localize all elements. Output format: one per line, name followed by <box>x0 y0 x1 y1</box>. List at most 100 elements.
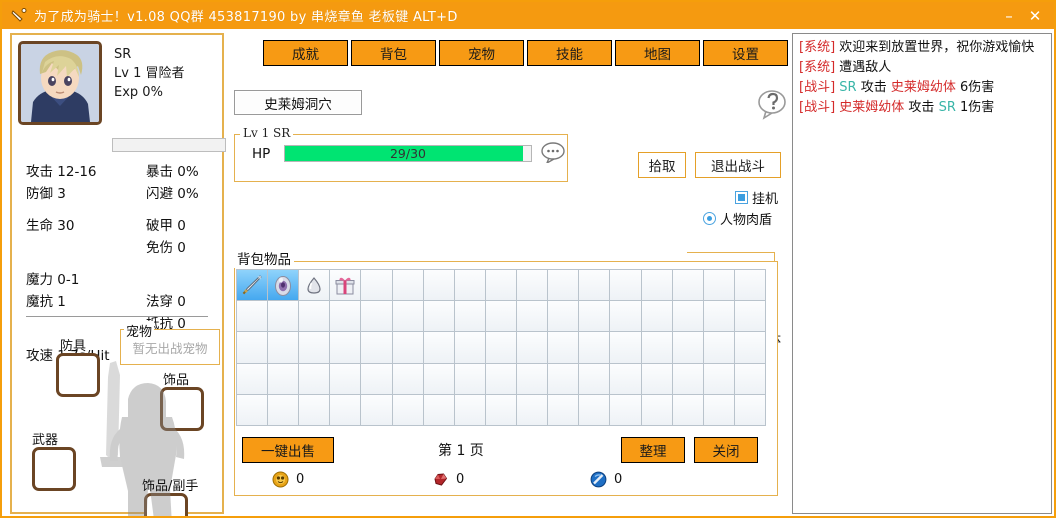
bag-cell[interactable] <box>330 332 362 364</box>
bag-cell[interactable] <box>268 301 300 333</box>
bag-cell[interactable] <box>641 301 673 333</box>
bag-cell[interactable] <box>672 332 704 364</box>
bag-cell[interactable] <box>268 270 300 302</box>
bag-cell[interactable] <box>485 332 518 364</box>
bag-cell[interactable] <box>485 394 518 426</box>
bag-cell[interactable] <box>579 394 611 426</box>
afk-checkbox[interactable] <box>735 191 748 204</box>
bag-cell[interactable] <box>485 301 518 333</box>
bag-cell[interactable] <box>641 270 673 302</box>
tidy-button[interactable]: 整理 <box>621 437 685 463</box>
sell-all-button[interactable]: 一键出售 <box>242 437 334 463</box>
bag-cell[interactable] <box>517 394 549 426</box>
bag-cell[interactable] <box>361 363 393 395</box>
bag-cell[interactable] <box>548 332 580 364</box>
bag-cell[interactable] <box>579 363 611 395</box>
bag-cell[interactable] <box>330 363 362 395</box>
bag-cell[interactable] <box>703 394 735 426</box>
tab-bag[interactable]: 背包 <box>351 40 436 66</box>
tab-settings[interactable]: 设置 <box>703 40 788 66</box>
bag-cell[interactable] <box>237 394 269 426</box>
avatar[interactable] <box>18 41 102 125</box>
bag-cell[interactable] <box>299 332 331 364</box>
bag-cell[interactable] <box>517 332 549 364</box>
bag-cell[interactable] <box>237 270 269 302</box>
bag-cell[interactable] <box>641 332 673 364</box>
bag-cell[interactable] <box>299 301 331 333</box>
tab-map[interactable]: 地图 <box>615 40 700 66</box>
bag-cell[interactable] <box>517 301 549 333</box>
bag-cell[interactable] <box>579 332 611 364</box>
bag-cell[interactable] <box>330 394 362 426</box>
bag-cell[interactable] <box>641 394 673 426</box>
bag-cell[interactable] <box>610 394 642 426</box>
bag-cell[interactable] <box>579 301 611 333</box>
tab-pet[interactable]: 宠物 <box>439 40 524 66</box>
bag-cell[interactable] <box>454 363 486 395</box>
pickup-button[interactable]: 拾取 <box>638 152 686 178</box>
bag-cell[interactable] <box>610 270 642 302</box>
bag-cell[interactable] <box>268 394 300 426</box>
bag-cell[interactable] <box>361 301 393 333</box>
bag-cell[interactable] <box>610 332 642 364</box>
bag-cell[interactable] <box>672 363 704 395</box>
bag-cell[interactable] <box>672 301 704 333</box>
current-map-button[interactable]: 史莱姆洞穴 <box>234 90 362 115</box>
bag-cell[interactable] <box>485 363 518 395</box>
bag-cell[interactable] <box>361 270 393 302</box>
bag-cell[interactable] <box>392 394 424 426</box>
bag-cell[interactable] <box>299 270 331 302</box>
bag-cell[interactable] <box>454 394 486 426</box>
bag-cell[interactable] <box>299 394 331 426</box>
battle-log-panel[interactable]: [系统] 欢迎来到放置世界，祝你游戏愉快 [系统] 遭遇敌人 [战斗] SR 攻击 … <box>792 33 1052 514</box>
speech-bubble-icon[interactable] <box>540 141 566 163</box>
bag-cell[interactable] <box>237 332 269 364</box>
bag-cell[interactable] <box>548 394 580 426</box>
bag-cell[interactable] <box>672 270 704 302</box>
bag-cell[interactable] <box>392 270 424 302</box>
bag-cell[interactable] <box>268 363 300 395</box>
bag-cell[interactable] <box>392 363 424 395</box>
bag-cell[interactable] <box>548 301 580 333</box>
bag-cell[interactable] <box>485 270 518 302</box>
bag-cell[interactable] <box>454 270 486 302</box>
bag-cell[interactable] <box>299 363 331 395</box>
bag-cell[interactable] <box>703 363 735 395</box>
bag-cell[interactable] <box>330 270 362 302</box>
bag-cell[interactable] <box>703 270 735 302</box>
bag-cell[interactable] <box>330 301 362 333</box>
minimize-button[interactable]: – <box>996 2 1022 29</box>
bag-cell[interactable] <box>703 301 735 333</box>
bag-cell[interactable] <box>361 332 393 364</box>
close-bag-button[interactable]: 关闭 <box>694 437 758 463</box>
bag-cell[interactable] <box>610 301 642 333</box>
bag-cell[interactable] <box>454 332 486 364</box>
bag-cell[interactable] <box>610 363 642 395</box>
bag-cell[interactable] <box>423 394 455 426</box>
bag-cell[interactable] <box>237 301 269 333</box>
help-question-icon[interactable] <box>756 87 790 121</box>
bag-cell[interactable] <box>392 301 424 333</box>
bag-cell[interactable] <box>734 363 766 395</box>
bag-cell[interactable] <box>734 332 766 364</box>
afk-toggle-row[interactable]: 挂机 <box>735 188 778 207</box>
bag-cell[interactable] <box>423 332 455 364</box>
bag-cell[interactable] <box>641 363 673 395</box>
bag-cell[interactable] <box>672 394 704 426</box>
exit-battle-button[interactable]: 退出战斗 <box>695 152 781 178</box>
bag-cell[interactable] <box>734 301 766 333</box>
bag-cell[interactable] <box>423 270 455 302</box>
bag-cell[interactable] <box>703 332 735 364</box>
bag-cell[interactable] <box>734 394 766 426</box>
tank-radio[interactable] <box>703 212 716 225</box>
bag-cell[interactable] <box>423 301 455 333</box>
bag-cell[interactable] <box>579 270 611 302</box>
bag-cell[interactable] <box>517 363 549 395</box>
tab-skill[interactable]: 技能 <box>527 40 612 66</box>
close-button[interactable]: ✕ <box>1022 2 1048 29</box>
bag-cell[interactable] <box>237 363 269 395</box>
bag-cell[interactable] <box>734 270 766 302</box>
bag-cell[interactable] <box>548 363 580 395</box>
bag-cell[interactable] <box>423 363 455 395</box>
tank-mode-row[interactable]: 人物肉盾 <box>703 209 772 228</box>
